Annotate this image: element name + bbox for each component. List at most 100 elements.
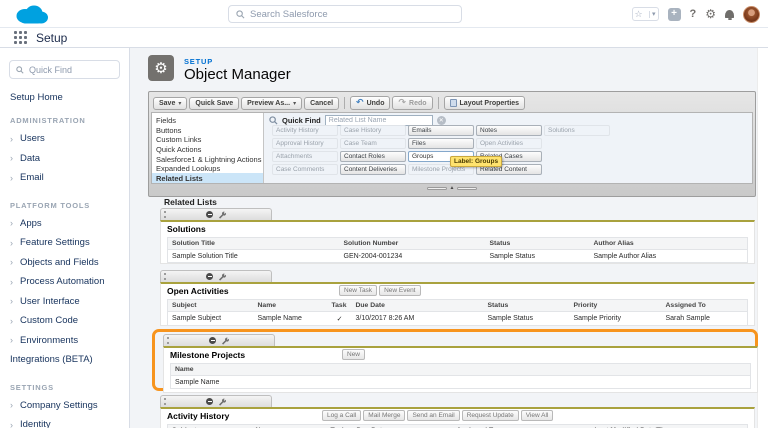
palette-category-fields[interactable]: Fields xyxy=(152,115,263,125)
wrench-icon[interactable] xyxy=(221,337,229,345)
palette-item[interactable]: Content Deliveries xyxy=(340,164,406,175)
sidebar-heading-administration: ADMINISTRATION xyxy=(10,116,86,125)
toolbar-divider xyxy=(344,97,346,109)
page-scrollbar-track[interactable] xyxy=(757,48,768,428)
sidebar-item-identity[interactable]: › Identity xyxy=(0,415,129,428)
help-button[interactable]: ? xyxy=(690,8,697,20)
search-icon xyxy=(16,65,24,74)
redo-button: ↷ Redo xyxy=(392,96,433,110)
remove-icon[interactable] xyxy=(206,273,213,280)
palette-item[interactable]: Notes xyxy=(476,125,542,136)
undo-button[interactable]: ↶ Undo xyxy=(350,96,391,110)
activity-history-table: Subject Name Task Due Date Assigned To L… xyxy=(167,424,748,428)
remove-icon[interactable] xyxy=(206,211,213,218)
sidebar-item-user-interface[interactable]: › User Interface xyxy=(0,292,129,312)
setup-navbar: Setup xyxy=(0,28,768,48)
global-actions-button[interactable]: + xyxy=(667,7,681,21)
palette-category-salesforce1-actions[interactable]: Salesforce1 & Lightning Actions xyxy=(152,154,263,164)
column-header: Subject xyxy=(167,424,252,428)
palette-item[interactable]: Files xyxy=(408,138,474,149)
clear-icon[interactable]: ✕ xyxy=(436,116,446,125)
sidebar-heading-settings: SETTINGS xyxy=(10,382,54,392)
palette-item: Case History xyxy=(340,125,406,136)
setup-sidebar: Setup Home ADMINISTRATION ›Users ›Data ›… xyxy=(0,48,130,428)
wrench-icon[interactable] xyxy=(218,211,226,219)
global-search[interactable] xyxy=(228,5,462,23)
column-header: Task xyxy=(327,299,352,312)
sidebar-item-apps[interactable]: › Apps xyxy=(0,214,129,234)
column-header: Assigned To xyxy=(661,299,748,312)
save-button[interactable]: Save ▾ xyxy=(153,96,188,110)
cancel-button[interactable]: Cancel xyxy=(304,96,340,110)
collapse-arrow-icon[interactable]: ▲ xyxy=(450,186,455,191)
open-activities-related-list: Open Activities New Task New Event Subje… xyxy=(160,282,755,326)
open-activities-table: Subject Name Task Due Date Status Priori… xyxy=(167,299,748,326)
column-header: Status xyxy=(483,299,570,312)
wrench-icon[interactable] xyxy=(218,273,226,281)
open-activities-section-tab[interactable] xyxy=(160,270,272,282)
plus-icon: + xyxy=(671,8,677,19)
setup-gear-button[interactable]: ⚙ xyxy=(705,8,716,20)
global-header: ☆ ▾ + ? ⚙ xyxy=(0,0,768,28)
notifications-bell-icon[interactable] xyxy=(725,10,734,21)
preview-as-button[interactable]: Preview As... ▾ xyxy=(241,96,303,110)
sidebar-item-environments[interactable]: › Environments xyxy=(0,331,129,351)
palette-category-related-lists[interactable]: Related Lists xyxy=(152,173,263,183)
sidebar-item-feature-settings[interactable]: › Feature Settings xyxy=(0,233,129,253)
palette-item: Solutions xyxy=(544,125,610,136)
column-header: Last Modified Date/Time xyxy=(590,424,748,428)
checkmark-icon: ✓ xyxy=(336,315,343,323)
setup-nav-label[interactable]: Setup xyxy=(36,31,67,45)
palette-resize-handle[interactable]: ▲ xyxy=(151,184,753,193)
solutions-table: Solution Title Solution Number Status Au… xyxy=(167,237,748,263)
sidebar-item-process-automation[interactable]: › Process Automation xyxy=(0,272,129,292)
column-header: Name xyxy=(251,424,327,428)
sidebar-item-users[interactable]: › Users xyxy=(0,129,129,149)
section-buttons: New Task New Event xyxy=(339,285,421,296)
chevron-down-icon: ▾ xyxy=(293,100,297,107)
sidebar-item-setup-home[interactable]: Setup Home xyxy=(10,92,129,103)
palette-category-expanded-lookups[interactable]: Expanded Lookups xyxy=(152,163,263,173)
sidebar-quick-find[interactable] xyxy=(9,60,120,79)
remove-icon[interactable] xyxy=(209,337,216,344)
redo-icon: ↷ xyxy=(398,97,407,108)
sidebar-item-objects-and-fields[interactable]: › Objects and Fields xyxy=(0,253,129,273)
palette-item[interactable]: Contact Roles xyxy=(340,151,406,162)
wrench-icon[interactable] xyxy=(218,398,226,406)
palette-category-buttons[interactable]: Buttons xyxy=(152,125,263,135)
palette-item: Activity History xyxy=(272,125,338,136)
chevron-right-icon: › xyxy=(10,237,13,248)
sidebar-quick-find-input[interactable] xyxy=(29,64,113,75)
drag-grip-icon xyxy=(164,211,166,218)
palette-item[interactable]: Emails xyxy=(408,125,474,136)
solutions-related-list: Solutions Solution Title Solution Number… xyxy=(160,220,755,264)
view-all-button: View All xyxy=(520,410,554,421)
favorites-button[interactable]: ☆ ▾ xyxy=(631,7,659,21)
sidebar-item-integrations[interactable]: Integrations (BETA) xyxy=(0,350,129,370)
palette-category-quick-actions[interactable]: Quick Actions xyxy=(152,144,263,154)
remove-icon[interactable] xyxy=(206,398,213,405)
chevron-down-icon[interactable]: ▾ xyxy=(648,10,656,18)
column-header: Priority xyxy=(569,299,662,312)
app-launcher-icon[interactable] xyxy=(14,31,27,44)
column-header: Solution Number xyxy=(339,237,486,250)
user-avatar[interactable] xyxy=(743,5,760,23)
page-title: Object Manager xyxy=(184,66,291,83)
undo-icon: ↶ xyxy=(356,97,364,108)
sidebar-item-data[interactable]: › Data xyxy=(0,149,129,169)
chevron-right-icon: › xyxy=(10,257,13,268)
quick-save-button[interactable]: Quick Save xyxy=(189,96,240,110)
table-row: Sample Name xyxy=(175,378,220,386)
global-search-input[interactable] xyxy=(250,8,440,20)
sidebar-item-company-settings[interactable]: › Company Settings xyxy=(0,396,129,416)
milestone-projects-section-tab[interactable] xyxy=(163,334,275,346)
solutions-section-tab[interactable] xyxy=(160,208,272,220)
salesforce-logo-icon[interactable] xyxy=(13,3,49,26)
palette-category-custom-links[interactable]: Custom Links xyxy=(152,134,263,144)
chevron-right-icon: › xyxy=(10,153,13,164)
sidebar-item-custom-code[interactable]: › Custom Code xyxy=(0,311,129,331)
sidebar-item-email[interactable]: › Email xyxy=(0,168,129,188)
main-content: ⚙ SETUP Object Manager Save ▾ Quick Save … xyxy=(130,48,768,428)
activity-history-section-tab[interactable] xyxy=(160,395,272,407)
layout-properties-button[interactable]: Layout Properties xyxy=(443,96,526,110)
